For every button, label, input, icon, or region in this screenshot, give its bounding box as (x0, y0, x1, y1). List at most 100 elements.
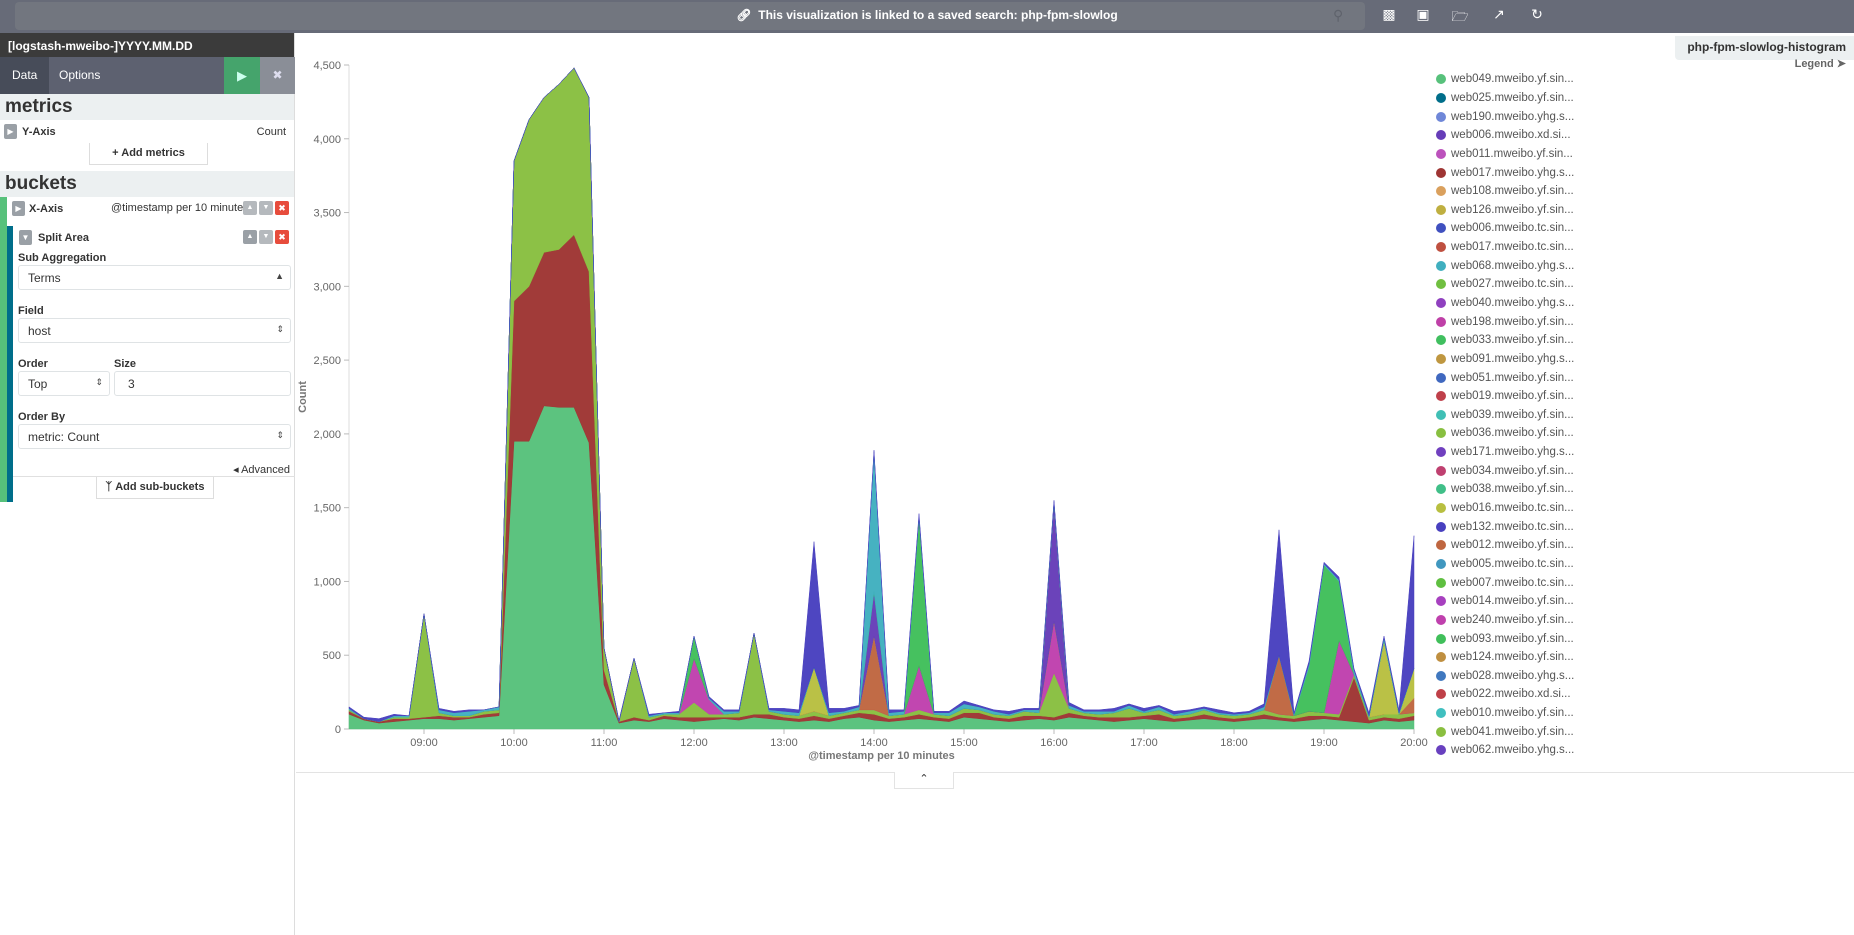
y-tick-label: 500 (323, 650, 341, 662)
legend-item[interactable]: web068.mweibo.yhg.s... (1436, 256, 1854, 275)
collapse-button[interactable]: ⌃ (894, 772, 954, 789)
caret-right-icon[interactable]: ▶ (4, 124, 17, 139)
x-tick-label: 09:00 (410, 737, 438, 749)
legend-color-dot (1436, 260, 1446, 271)
legend-color-dot (1436, 447, 1446, 458)
legend-item[interactable]: web049.mweibo.yf.sin... (1436, 70, 1854, 89)
legend-item[interactable]: web027.mweibo.tc.sin... (1436, 275, 1854, 294)
legend-item[interactable]: web034.mweibo.yf.sin... (1436, 461, 1854, 480)
remove-icon[interactable]: ✖ (275, 201, 289, 215)
sub-aggregation-select[interactable]: Terms ▲ (18, 265, 291, 290)
legend-color-dot (1436, 465, 1446, 476)
legend-color-dot (1436, 186, 1446, 197)
legend: web049.mweibo.yf.sin... web025.mweibo.yf.… (1436, 70, 1854, 770)
legend-item[interactable]: web190.mweibo.yhg.s... (1436, 107, 1854, 126)
tab-data[interactable]: Data (0, 57, 50, 94)
legend-item[interactable]: web006.mweibo.xd.si... (1436, 126, 1854, 145)
legend-item[interactable]: web062.mweibo.yhg.s... (1436, 741, 1854, 760)
legend-color-dot (1436, 484, 1446, 495)
legend-item[interactable]: web017.mweibo.tc.sin... (1436, 238, 1854, 257)
caret-right-icon[interactable]: ▶ (12, 201, 25, 216)
move-down-icon[interactable]: ▼ (259, 230, 273, 244)
editor-sidebar: [logstash-mweibo-]YYYY.MM.DD Data Option… (0, 33, 295, 935)
move-down-icon[interactable]: ▼ (259, 201, 273, 215)
legend-item[interactable]: web006.mweibo.tc.sin... (1436, 219, 1854, 238)
add-sub-buckets-button[interactable]: ᛉ Add sub-buckets (96, 477, 214, 499)
share-icon[interactable]: ↗ (1489, 6, 1509, 23)
legend-color-dot (1436, 409, 1446, 420)
y-tick-label: 2,000 (313, 429, 341, 441)
legend-item[interactable]: web011.mweibo.yf.sin... (1436, 145, 1854, 164)
legend-color-dot (1436, 372, 1446, 383)
remove-icon[interactable]: ✖ (275, 230, 289, 244)
legend-item[interactable]: web022.mweibo.xd.si... (1436, 685, 1854, 704)
metrics-header: metrics (0, 94, 294, 120)
new-visualization-icon[interactable]: ▩ (1379, 6, 1399, 23)
legend-item[interactable]: web039.mweibo.yf.sin... (1436, 406, 1854, 425)
legend-item[interactable]: web028.mweibo.yhg.s... (1436, 667, 1854, 686)
y-tick-label: 4,500 (313, 60, 341, 72)
field-select[interactable]: host ⇕ (18, 318, 291, 343)
legend-item[interactable]: web124.mweibo.yf.sin... (1436, 648, 1854, 667)
legend-item[interactable]: web014.mweibo.yf.sin... (1436, 592, 1854, 611)
search-icon[interactable]: ⚲ (1333, 7, 1343, 24)
order-by-select[interactable]: metric: Count ⇕ (18, 424, 291, 449)
advanced-toggle[interactable]: ◂ Advanced (233, 463, 290, 476)
select-arrows-icon: ⇕ (95, 377, 103, 387)
legend-item[interactable]: web198.mweibo.yf.sin... (1436, 312, 1854, 331)
legend-color-dot (1436, 204, 1446, 215)
caret-down-icon[interactable]: ▼ (19, 230, 32, 245)
legend-item[interactable]: web093.mweibo.yf.sin... (1436, 629, 1854, 648)
legend-item[interactable]: web017.mweibo.yhg.s... (1436, 163, 1854, 182)
legend-item[interactable]: web036.mweibo.yf.sin... (1436, 424, 1854, 443)
legend-item[interactable]: web019.mweibo.yf.sin... (1436, 387, 1854, 406)
legend-item[interactable]: web171.mweibo.yhg.s... (1436, 443, 1854, 462)
x-tick-label: 11:00 (591, 737, 618, 749)
legend-color-dot (1436, 577, 1446, 588)
move-up-icon[interactable]: ▲ (243, 230, 257, 244)
legend-item[interactable]: web012.mweibo.yf.sin... (1436, 536, 1854, 555)
size-input[interactable]: 3 (114, 371, 291, 396)
arrow-circle-right-icon: ➤ (1836, 58, 1846, 70)
order-select[interactable]: Top ⇕ (18, 371, 110, 396)
legend-item[interactable]: web091.mweibo.yhg.s... (1436, 350, 1854, 369)
tab-options[interactable]: Options (47, 57, 112, 94)
legend-item[interactable]: web132.mweibo.tc.sin... (1436, 517, 1854, 536)
legend-item[interactable]: web051.mweibo.yf.sin... (1436, 368, 1854, 387)
legend-toggle[interactable]: Legend ➤ (1795, 57, 1846, 70)
x-tick-label: 17:00 (1130, 737, 1158, 749)
save-icon[interactable]: ▣ (1413, 6, 1433, 23)
legend-item[interactable]: web007.mweibo.tc.sin... (1436, 573, 1854, 592)
refresh-icon[interactable]: ↻ (1527, 6, 1547, 23)
yaxis-row[interactable]: ▶ Y-Axis Count (0, 120, 294, 144)
discard-button[interactable]: ✖ (260, 57, 295, 94)
legend-item[interactable]: web010.mweibo.yf.sin... (1436, 704, 1854, 723)
legend-item[interactable]: web240.mweibo.yf.sin... (1436, 611, 1854, 630)
legend-item[interactable]: web025.mweibo.yf.sin... (1436, 89, 1854, 108)
legend-color-dot (1436, 670, 1446, 681)
legend-color-dot (1436, 74, 1446, 85)
legend-item[interactable]: web005.mweibo.tc.sin... (1436, 555, 1854, 574)
area-chart: 0 500 1,000 1,500 2,000 2,500 3,000 3,500 4,000 4… (297, 60, 1428, 762)
x-tick-label: 16:00 (1040, 737, 1068, 749)
legend-item[interactable]: web040.mweibo.yhg.s... (1436, 294, 1854, 313)
legend-color-dot (1436, 745, 1446, 756)
legend-color-dot (1436, 614, 1446, 625)
select-arrows-icon: ▲ (275, 271, 284, 281)
open-icon[interactable]: 🗁︎ (1450, 6, 1470, 30)
legend-item[interactable]: web038.mweibo.yf.sin... (1436, 480, 1854, 499)
legend-item[interactable]: web126.mweibo.yf.sin... (1436, 200, 1854, 219)
chevron-up-icon: ⌃ (919, 773, 929, 785)
legend-item[interactable]: web041.mweibo.yf.sin... (1436, 722, 1854, 741)
legend-color-dot (1436, 428, 1446, 439)
move-up-icon[interactable]: ▲ (243, 201, 257, 215)
saved-search-name[interactable]: php-fpm-slowlog (1021, 8, 1118, 22)
legend-color-dot (1436, 167, 1446, 178)
add-metrics-button[interactable]: + Add metrics (89, 143, 208, 165)
apply-button[interactable]: ▶ (224, 57, 260, 94)
x-axis-title: @timestamp per 10 minutes (808, 750, 954, 762)
legend-item[interactable]: web033.mweibo.yf.sin... (1436, 331, 1854, 350)
legend-item[interactable]: web016.mweibo.tc.sin... (1436, 499, 1854, 518)
legend-color-dot (1436, 521, 1446, 532)
legend-item[interactable]: web108.mweibo.yf.sin... (1436, 182, 1854, 201)
